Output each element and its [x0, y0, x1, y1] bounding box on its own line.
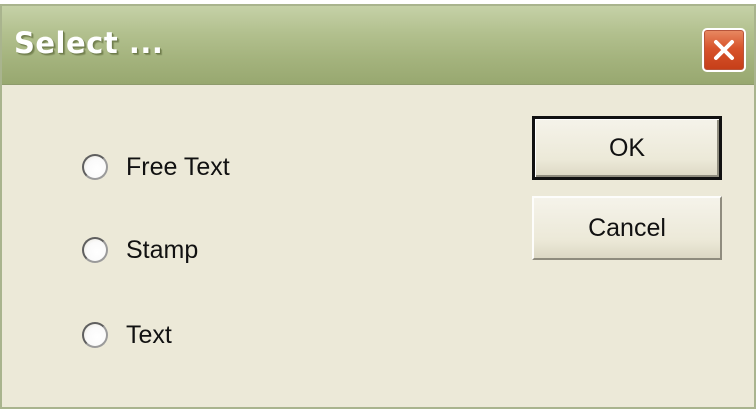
cancel-button[interactable]: Cancel	[532, 196, 722, 260]
option-free-text[interactable]: Free Text	[82, 149, 230, 185]
option-stamp[interactable]: Stamp	[82, 232, 198, 268]
radio-button[interactable]	[82, 237, 108, 263]
radio-button[interactable]	[82, 322, 108, 348]
option-text[interactable]: Text	[82, 317, 172, 353]
ok-button[interactable]: OK	[532, 116, 722, 180]
close-icon	[714, 40, 734, 60]
title-bar[interactable]: Select ...	[2, 6, 754, 85]
radio-button[interactable]	[82, 154, 108, 180]
option-label: Text	[126, 320, 172, 349]
select-dialog: Select ... Free Text Stamp Text OK Cance…	[0, 4, 756, 409]
dialog-title: Select ...	[14, 26, 164, 60]
option-label: Free Text	[126, 152, 230, 181]
option-label: Stamp	[126, 235, 199, 264]
close-button[interactable]	[702, 28, 746, 72]
